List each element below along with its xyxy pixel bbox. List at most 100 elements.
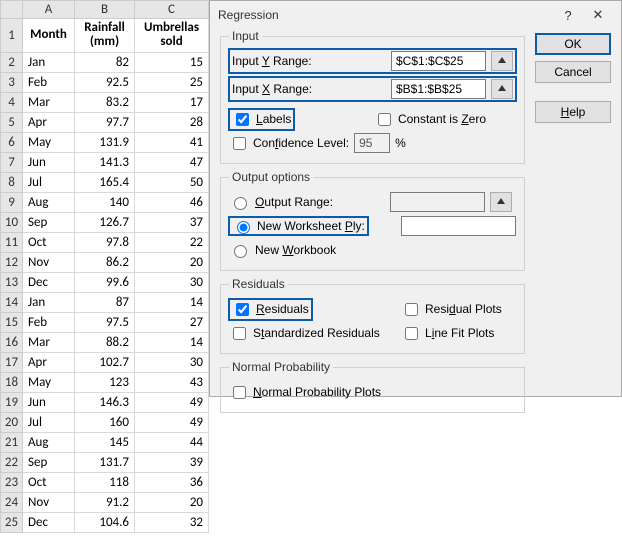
cell[interactable]: 30 — [135, 352, 209, 372]
cell[interactable]: 82 — [75, 52, 135, 72]
row-header[interactable]: 14 — [1, 292, 23, 312]
cancel-button[interactable]: Cancel — [535, 61, 611, 83]
row-header[interactable]: 8 — [1, 172, 23, 192]
row-header[interactable]: 24 — [1, 492, 23, 512]
cell[interactable]: 15 — [135, 52, 209, 72]
dialog-titlebar[interactable]: Regression ? ✕ — [210, 1, 621, 29]
select-all-corner[interactable] — [1, 1, 23, 19]
cell[interactable]: 126.7 — [75, 212, 135, 232]
cell[interactable]: Feb — [23, 312, 75, 332]
cell[interactable]: 17 — [135, 92, 209, 112]
normal-plots-wrap[interactable]: Normal Probability Plots — [229, 383, 381, 402]
cell[interactable]: 25 — [135, 72, 209, 92]
cell[interactable]: Aug — [23, 432, 75, 452]
residuals-checkbox[interactable] — [236, 303, 249, 316]
cell[interactable]: 146.3 — [75, 392, 135, 412]
cell[interactable]: 49 — [135, 412, 209, 432]
cell[interactable]: 131.9 — [75, 132, 135, 152]
residual-plots-checkbox[interactable] — [405, 303, 418, 316]
row-header[interactable]: 21 — [1, 432, 23, 452]
confidence-level-checkbox[interactable] — [233, 137, 246, 150]
new-worksheet-ply-input[interactable] — [401, 216, 516, 236]
ok-button[interactable]: OK — [535, 33, 611, 55]
cell[interactable]: 86.2 — [75, 252, 135, 272]
cell[interactable]: 97.8 — [75, 232, 135, 252]
cell[interactable]: 22 — [135, 232, 209, 252]
cell[interactable]: 20 — [135, 252, 209, 272]
close-icon[interactable]: ✕ — [583, 7, 613, 23]
cell[interactable]: 131.7 — [75, 452, 135, 472]
cell[interactable]: Jun — [23, 392, 75, 412]
cell[interactable]: 118 — [75, 472, 135, 492]
collapse-icon[interactable] — [491, 79, 513, 99]
cell[interactable]: May — [23, 132, 75, 152]
cell[interactable]: 44 — [135, 432, 209, 452]
cell[interactable]: 91.2 — [75, 492, 135, 512]
cell[interactable]: Oct — [23, 472, 75, 492]
cell[interactable]: Oct — [23, 232, 75, 252]
cell[interactable]: 47 — [135, 152, 209, 172]
cell[interactable]: 14 — [135, 292, 209, 312]
cell[interactable]: 92.5 — [75, 72, 135, 92]
row-header[interactable]: 25 — [1, 512, 23, 532]
row-header[interactable]: 18 — [1, 372, 23, 392]
cell[interactable]: 50 — [135, 172, 209, 192]
col-header-a[interactable]: A — [23, 1, 75, 19]
cell[interactable]: Jul — [23, 172, 75, 192]
cell[interactable]: Mar — [23, 332, 75, 352]
cell[interactable]: 32 — [135, 512, 209, 532]
cell[interactable]: 140 — [75, 192, 135, 212]
new-worksheet-ply-radio[interactable] — [237, 221, 250, 234]
cell[interactable]: Aug — [23, 192, 75, 212]
row-header[interactable]: 2 — [1, 52, 23, 72]
row-header[interactable]: 20 — [1, 412, 23, 432]
line-fit-plots-checkbox[interactable] — [405, 327, 418, 340]
row-header[interactable]: 7 — [1, 152, 23, 172]
cell[interactable]: 46 — [135, 192, 209, 212]
cell[interactable]: Sep — [23, 212, 75, 232]
help-button[interactable]: Help — [535, 101, 611, 123]
cell[interactable]: Feb — [23, 72, 75, 92]
cell[interactable]: Month — [23, 19, 75, 53]
cell[interactable]: 99.6 — [75, 272, 135, 292]
output-range-radio[interactable] — [234, 197, 247, 210]
cell[interactable]: 36 — [135, 472, 209, 492]
cell[interactable]: May — [23, 372, 75, 392]
row-header[interactable]: 17 — [1, 352, 23, 372]
cell[interactable]: Jul — [23, 412, 75, 432]
residual-plots-wrap[interactable]: Residual Plots — [401, 300, 516, 319]
row-header[interactable]: 9 — [1, 192, 23, 212]
row-header[interactable]: 22 — [1, 452, 23, 472]
cell[interactable]: 27 — [135, 312, 209, 332]
cell[interactable]: Dec — [23, 512, 75, 532]
row-header[interactable]: 6 — [1, 132, 23, 152]
cell[interactable]: Jan — [23, 52, 75, 72]
row-header[interactable]: 3 — [1, 72, 23, 92]
cell[interactable]: 83.2 — [75, 92, 135, 112]
std-residuals-wrap[interactable]: Standardized Residuals — [229, 324, 380, 343]
cell[interactable]: Rainfall (mm) — [75, 19, 135, 53]
cell[interactable]: 43 — [135, 372, 209, 392]
col-header-b[interactable]: B — [75, 1, 135, 19]
cell[interactable]: 97.5 — [75, 312, 135, 332]
cell[interactable]: 104.6 — [75, 512, 135, 532]
cell[interactable]: 20 — [135, 492, 209, 512]
cell[interactable]: 39 — [135, 452, 209, 472]
col-header-c[interactable]: C — [135, 1, 209, 19]
cell[interactable]: Nov — [23, 252, 75, 272]
confidence-level-wrap[interactable]: Confidence Level: — [229, 134, 349, 153]
row-header[interactable]: 5 — [1, 112, 23, 132]
collapse-icon[interactable] — [491, 51, 513, 71]
cell[interactable]: 87 — [75, 292, 135, 312]
constant-zero-wrap[interactable]: Constant is Zero — [374, 110, 486, 129]
constant-zero-checkbox[interactable] — [378, 113, 391, 126]
cell[interactable]: 88.2 — [75, 332, 135, 352]
input-x-range[interactable] — [391, 79, 486, 99]
row-header[interactable]: 11 — [1, 232, 23, 252]
cell[interactable]: Dec — [23, 272, 75, 292]
cell[interactable]: Mar — [23, 92, 75, 112]
line-fit-plots-wrap[interactable]: Line Fit Plots — [401, 324, 516, 343]
labels-checkbox-wrap[interactable]: Labels — [229, 109, 294, 130]
collapse-icon[interactable] — [490, 192, 512, 212]
row-header[interactable]: 16 — [1, 332, 23, 352]
